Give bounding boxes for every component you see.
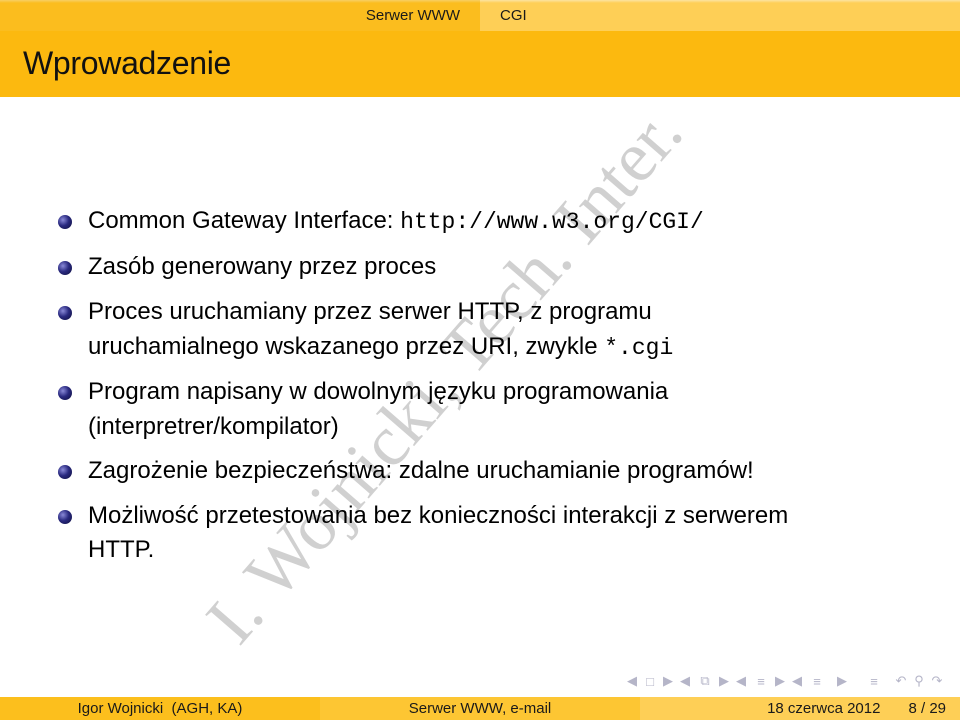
page-number: 8 / 29: [908, 700, 946, 717]
next-frame-arrow-icon[interactable]: ▶: [660, 673, 676, 689]
bullet-text: Zasób generowany przez proces: [88, 253, 437, 280]
search-icon[interactable]: ⚲: [910, 673, 928, 689]
bullet-text: (interpretrer/kompilator): [88, 413, 339, 440]
part-icon[interactable]: ≡: [806, 674, 828, 689]
bullet-icon: [58, 306, 72, 320]
slide-content: Common Gateway Interface: http://www.w3.…: [0, 0, 960, 720]
bullet-text: Common Gateway Interface:: [88, 207, 401, 234]
next-section-arrow-icon[interactable]: ▶: [772, 673, 788, 689]
footer-author: Igor Wojnicki (AGH, KA): [0, 697, 320, 720]
bullet-icon: [58, 465, 72, 479]
prev-frame-arrow-icon[interactable]: ◀: [624, 673, 640, 689]
bullet-icon: [58, 215, 72, 229]
bullet-text: HTTP.: [88, 536, 155, 563]
next-part-arrow-icon[interactable]: ▶: [828, 673, 856, 689]
bullet-icon: [58, 386, 72, 400]
bullet-text: Możliwość przetestowania bez koniecznośc…: [88, 502, 789, 529]
prev-section-arrow-icon[interactable]: ◀: [732, 673, 750, 689]
footer-date-page: 18 czerwca 2012 8 / 29: [640, 697, 960, 720]
next-subsection-arrow-icon[interactable]: ▶: [716, 673, 732, 689]
date-text: 18 czerwca 2012: [767, 700, 881, 717]
outline-icon[interactable]: ≡: [856, 674, 892, 689]
bullet-text: Proces uruchamiany przez serwer HTTP, z …: [88, 298, 652, 325]
footer-title: Serwer WWW, e-mail: [320, 697, 640, 720]
bullet-text: uruchamialnego wskazanego przez URI, zwy…: [88, 333, 605, 360]
bullet-icon: [58, 510, 72, 524]
prev-part-arrow-icon[interactable]: ◀: [788, 673, 806, 689]
prev-subsection-arrow-icon[interactable]: ◀: [676, 673, 694, 689]
beamer-navigation-symbols: ◀ □ ▶ ◀ ⧉ ▶ ◀ ≡ ▶ ◀ ≡ ▶ ≡ ↶ ⚲ ↷: [624, 670, 954, 692]
extension-code: *.cgi: [604, 335, 674, 361]
footer-bar: Igor Wojnicki (AGH, KA) Serwer WWW, e-ma…: [0, 697, 960, 720]
back-icon[interactable]: ↶: [892, 673, 910, 689]
bullet-text: Zagrożenie bezpieczeństwa: zdalne urucha…: [88, 457, 754, 484]
author-text: Igor Wojnicki (AGH, KA): [77, 700, 243, 717]
short-title-text: Serwer WWW, e-mail: [408, 700, 552, 717]
bullet-icon: [58, 261, 72, 275]
forward-icon[interactable]: ↷: [928, 673, 946, 689]
section-icon[interactable]: ≡: [750, 674, 772, 689]
frame-icon[interactable]: □: [640, 674, 660, 689]
bullet-text: Program napisany w dowolnym języku progr…: [88, 378, 669, 405]
subsection-icon[interactable]: ⧉: [694, 673, 716, 689]
url-code: http://www.w3.org/CGI/: [400, 209, 704, 235]
